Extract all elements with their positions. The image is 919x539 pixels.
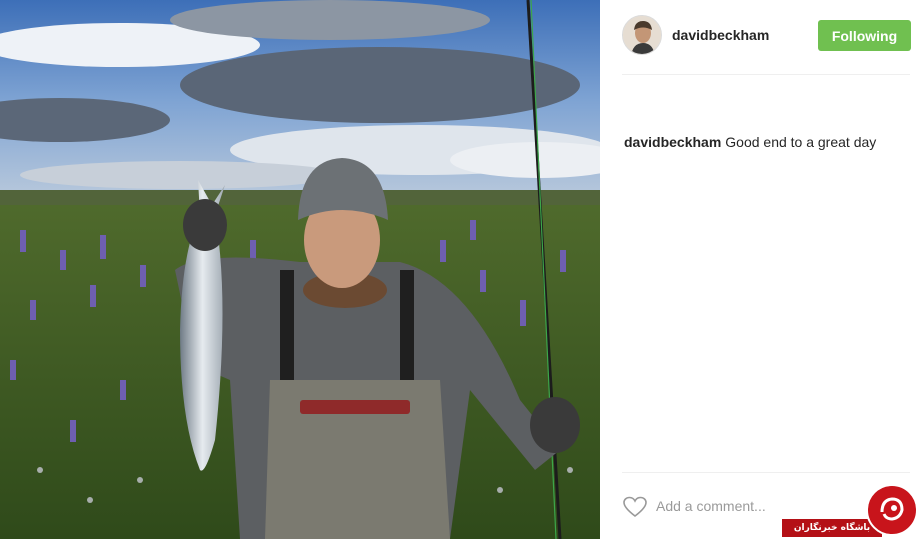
caption-text: Good end to a great day [725, 134, 877, 150]
header-username-link[interactable]: davidbeckham [672, 27, 769, 43]
heart-icon[interactable] [622, 495, 648, 519]
post-photo[interactable] [0, 0, 600, 539]
avatar[interactable] [622, 15, 662, 55]
comment-divider [622, 472, 910, 473]
watermark-emblem [866, 484, 918, 536]
photo-illustration [0, 0, 600, 539]
header-divider [622, 74, 910, 75]
caption-username-link[interactable]: davidbeckham [624, 134, 721, 150]
post-caption: davidbeckham Good end to a great day [624, 133, 904, 151]
following-button[interactable]: Following [818, 20, 911, 51]
watermark-text: باشگاه خبرنگاران [782, 519, 882, 537]
post-header: davidbeckham Following [600, 0, 919, 75]
watermark-logo: باشگاه خبرنگاران [782, 484, 919, 539]
post-side-panel: davidbeckham Following davidbeckham Good … [600, 0, 919, 539]
avatar-image [623, 16, 661, 54]
